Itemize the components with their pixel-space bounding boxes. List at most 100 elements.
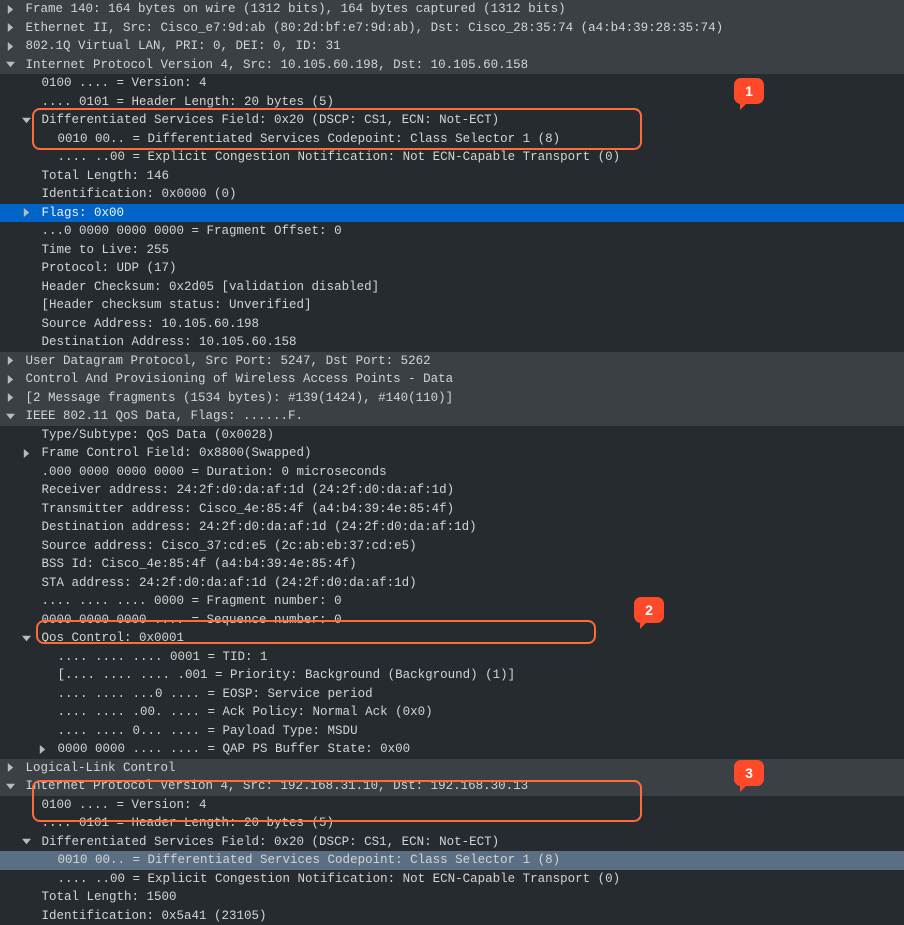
tree-row-text: Receiver address: 24:2f:d0:da:af:1d (24:… — [42, 481, 455, 500]
tree-row[interactable]: Logical-Link Control — [0, 759, 904, 778]
tree-row[interactable]: [Header checksum status: Unverified] — [0, 296, 904, 315]
chevron-right-icon[interactable] — [6, 356, 18, 365]
tree-row-text: Differentiated Services Field: 0x20 (DSC… — [42, 833, 500, 852]
tree-row[interactable]: 802.1Q Virtual LAN, PRI: 0, DEI: 0, ID: … — [0, 37, 904, 56]
tree-row-text: .... ..00 = Explicit Congestion Notifica… — [58, 870, 621, 889]
tree-row[interactable]: Receiver address: 24:2f:d0:da:af:1d (24:… — [0, 481, 904, 500]
annotation-callout: 2 — [634, 597, 664, 623]
chevron-right-icon[interactable] — [38, 745, 50, 754]
tree-row-text: ...0 0000 0000 0000 = Fragment Offset: 0 — [42, 222, 342, 241]
chevron-right-icon[interactable] — [6, 393, 18, 402]
tree-row[interactable]: Flags: 0x00 — [0, 204, 904, 223]
callout-number: 1 — [745, 82, 753, 101]
tree-row-text: [2 Message fragments (1534 bytes): #139(… — [26, 389, 454, 408]
tree-row[interactable]: Transmitter address: Cisco_4e:85:4f (a4:… — [0, 500, 904, 519]
tree-row-text: Total Length: 1500 — [42, 888, 177, 907]
tree-row[interactable]: BSS Id: Cisco_4e:85:4f (a4:b4:39:4e:85:4… — [0, 555, 904, 574]
chevron-right-icon[interactable] — [22, 449, 34, 458]
tree-row-text: 802.1Q Virtual LAN, PRI: 0, DEI: 0, ID: … — [26, 37, 341, 56]
tree-row[interactable]: .... .... ...0 .... = EOSP: Service peri… — [0, 685, 904, 704]
tree-row-text: BSS Id: Cisco_4e:85:4f (a4:b4:39:4e:85:4… — [42, 555, 357, 574]
tree-row[interactable]: STA address: 24:2f:d0:da:af:1d (24:2f:d0… — [0, 574, 904, 593]
tree-row[interactable]: .... .... .00. .... = Ack Policy: Normal… — [0, 703, 904, 722]
tree-row[interactable]: Frame 140: 164 bytes on wire (1312 bits)… — [0, 0, 904, 19]
tree-row[interactable]: .... ..00 = Explicit Congestion Notifica… — [0, 870, 904, 889]
tree-row[interactable]: Destination Address: 10.105.60.158 — [0, 333, 904, 352]
tree-row-text: Differentiated Services Field: 0x20 (DSC… — [42, 111, 500, 130]
tree-row[interactable]: Header Checksum: 0x2d05 [validation disa… — [0, 278, 904, 297]
tree-row[interactable]: .... .... .... 0001 = TID: 1 — [0, 648, 904, 667]
tree-row-text: 0010 00.. = Differentiated Services Code… — [58, 130, 561, 149]
chevron-right-icon[interactable] — [6, 42, 18, 51]
chevron-down-icon[interactable] — [6, 60, 18, 69]
tree-row[interactable]: Source address: Cisco_37:cd:e5 (2c:ab:eb… — [0, 537, 904, 556]
tree-row[interactable]: Type/Subtype: QoS Data (0x0028) — [0, 426, 904, 445]
tree-row[interactable]: Source Address: 10.105.60.198 — [0, 315, 904, 334]
tree-row-text: Type/Subtype: QoS Data (0x0028) — [42, 426, 275, 445]
tree-row-text: Internet Protocol Version 4, Src: 192.16… — [26, 777, 529, 796]
tree-row-text: Header Checksum: 0x2d05 [validation disa… — [42, 278, 380, 297]
tree-row[interactable]: .... 0101 = Header Length: 20 bytes (5) — [0, 814, 904, 833]
tree-row[interactable]: 0100 .... = Version: 4 — [0, 74, 904, 93]
tree-row[interactable]: Protocol: UDP (17) — [0, 259, 904, 278]
chevron-down-icon[interactable] — [6, 782, 18, 791]
chevron-down-icon[interactable] — [22, 116, 34, 125]
chevron-right-icon[interactable] — [6, 763, 18, 772]
tree-row[interactable]: Ethernet II, Src: Cisco_e7:9d:ab (80:2d:… — [0, 19, 904, 38]
tree-row[interactable]: [.... .... .... .001 = Priority: Backgro… — [0, 666, 904, 685]
tree-row[interactable]: Identification: 0x5a41 (23105) — [0, 907, 904, 925]
tree-row[interactable]: 0010 00.. = Differentiated Services Code… — [0, 851, 904, 870]
tree-row-text: Ethernet II, Src: Cisco_e7:9d:ab (80:2d:… — [26, 19, 724, 38]
tree-row[interactable]: 0000 0000 0000 .... = Sequence number: 0 — [0, 611, 904, 630]
tree-row-text: .... .... .... 0001 = TID: 1 — [58, 648, 268, 667]
chevron-right-icon[interactable] — [22, 208, 34, 217]
tree-row[interactable]: .... .... .... 0000 = Fragment number: 0 — [0, 592, 904, 611]
tree-row[interactable]: User Datagram Protocol, Src Port: 5247, … — [0, 352, 904, 371]
tree-row[interactable]: .... ..00 = Explicit Congestion Notifica… — [0, 148, 904, 167]
tree-row-text: Source address: Cisco_37:cd:e5 (2c:ab:eb… — [42, 537, 417, 556]
tree-row[interactable]: Total Length: 1500 — [0, 888, 904, 907]
callout-number: 3 — [745, 764, 753, 783]
tree-row-text: .... .... ...0 .... = EOSP: Service peri… — [58, 685, 373, 704]
tree-row[interactable]: .... .... 0... .... = Payload Type: MSDU — [0, 722, 904, 741]
tree-row[interactable]: Differentiated Services Field: 0x20 (DSC… — [0, 111, 904, 130]
tree-row-text: .... .... .... 0000 = Fragment number: 0 — [42, 592, 342, 611]
tree-row-text: Flags: 0x00 — [42, 204, 125, 223]
tree-row-text: Total Length: 146 — [42, 167, 170, 186]
tree-row[interactable]: [2 Message fragments (1534 bytes): #139(… — [0, 389, 904, 408]
chevron-right-icon[interactable] — [6, 5, 18, 14]
tree-row[interactable]: .... 0101 = Header Length: 20 bytes (5) — [0, 93, 904, 112]
tree-row-text: Destination address: 24:2f:d0:da:af:1d (… — [42, 518, 477, 537]
tree-row-text: .... ..00 = Explicit Congestion Notifica… — [58, 148, 621, 167]
tree-row-text: IEEE 802.11 QoS Data, Flags: ......F. — [26, 407, 304, 426]
packet-details-tree[interactable]: Frame 140: 164 bytes on wire (1312 bits)… — [0, 0, 904, 925]
chevron-right-icon[interactable] — [6, 23, 18, 32]
tree-row[interactable]: 0000 0000 .... .... = QAP PS Buffer Stat… — [0, 740, 904, 759]
annotation-callout: 1 — [734, 78, 764, 104]
tree-row[interactable]: IEEE 802.11 QoS Data, Flags: ......F. — [0, 407, 904, 426]
tree-row[interactable]: Destination address: 24:2f:d0:da:af:1d (… — [0, 518, 904, 537]
tree-row[interactable]: .000 0000 0000 0000 = Duration: 0 micros… — [0, 463, 904, 482]
tree-row[interactable]: Differentiated Services Field: 0x20 (DSC… — [0, 833, 904, 852]
tree-row[interactable]: ...0 0000 0000 0000 = Fragment Offset: 0 — [0, 222, 904, 241]
tree-row[interactable]: Identification: 0x0000 (0) — [0, 185, 904, 204]
tree-row-text: 0100 .... = Version: 4 — [42, 74, 207, 93]
chevron-down-icon[interactable] — [22, 837, 34, 846]
tree-row-text: STA address: 24:2f:d0:da:af:1d (24:2f:d0… — [42, 574, 417, 593]
tree-row[interactable]: Frame Control Field: 0x8800(Swapped) — [0, 444, 904, 463]
chevron-right-icon[interactable] — [6, 375, 18, 384]
tree-row[interactable]: Qos Control: 0x0001 — [0, 629, 904, 648]
tree-row[interactable]: 0100 .... = Version: 4 — [0, 796, 904, 815]
chevron-down-icon[interactable] — [6, 412, 18, 421]
tree-row-text: 0000 0000 .... .... = QAP PS Buffer Stat… — [58, 740, 411, 759]
tree-row[interactable]: Internet Protocol Version 4, Src: 10.105… — [0, 56, 904, 75]
tree-row[interactable]: Total Length: 146 — [0, 167, 904, 186]
tree-row[interactable]: Control And Provisioning of Wireless Acc… — [0, 370, 904, 389]
tree-row[interactable]: 0010 00.. = Differentiated Services Code… — [0, 130, 904, 149]
tree-row[interactable]: Time to Live: 255 — [0, 241, 904, 260]
tree-row-text: .... 0101 = Header Length: 20 bytes (5) — [42, 93, 335, 112]
chevron-down-icon[interactable] — [22, 634, 34, 643]
tree-row-text: Control And Provisioning of Wireless Acc… — [26, 370, 454, 389]
tree-row-text: 0010 00.. = Differentiated Services Code… — [58, 851, 561, 870]
tree-row[interactable]: Internet Protocol Version 4, Src: 192.16… — [0, 777, 904, 796]
